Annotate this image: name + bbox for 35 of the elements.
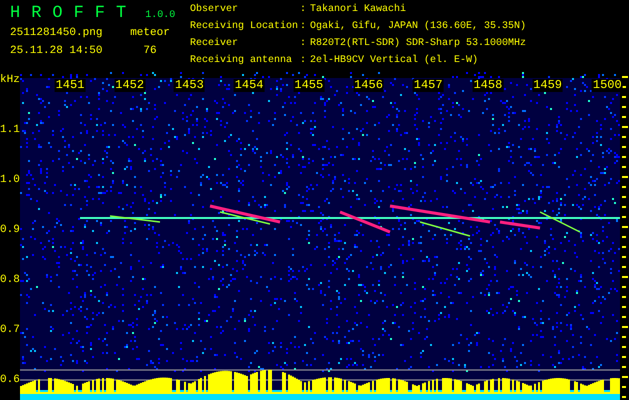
time-label: 1452 [114,79,146,92]
info-colon: : [300,55,308,68]
time-label: 1451 [54,79,86,92]
info-label: Receiver [190,38,240,51]
time-label: 1457 [412,79,444,92]
timestamp: 25.11.28 14:50 [10,44,104,59]
time-label: 1455 [293,79,324,92]
info-value: 2el-HB9CV Vertical (el. E-W) [310,55,480,68]
info-label: Observer [190,4,240,17]
info-label: Receiving antenna [190,55,294,68]
info-value: Ogaki, Gifu, JAPAN (136.60E, 35.35N) [310,21,526,34]
info-colon: : [300,38,308,51]
info-label: Receiving Location [190,21,300,34]
frequency-label: 0.7 [0,324,20,336]
counter-label: meteor [130,26,170,41]
frequency-label: 0.9 [0,224,20,236]
info-value: Takanori Kawachi [310,4,408,17]
app-title: HROFFT [10,4,138,24]
frequency-label: 0.8 [0,274,20,286]
time-label: 1458 [472,79,504,92]
frequency-label: 1.0 [0,174,20,186]
app-version: 1.0.0 [145,10,176,21]
info-value: R820T2(RTL-SDR) SDR-Sharp 53.1000MHz [310,38,526,51]
counter-value: 76 [143,44,157,59]
info-colon: : [300,4,308,17]
time-label: 1459 [532,79,563,92]
time-label: 1453 [174,79,205,92]
time-label: 1500 [592,79,623,92]
time-label: 1454 [234,79,264,92]
frequency-label: 0.6 [0,374,20,386]
info-colon: : [300,21,308,34]
file-name: 2511281450.png [10,26,104,41]
time-label: 1456 [353,79,384,92]
frequency-label: 1.1 [0,124,20,136]
axis-unit: kHz [0,74,20,86]
